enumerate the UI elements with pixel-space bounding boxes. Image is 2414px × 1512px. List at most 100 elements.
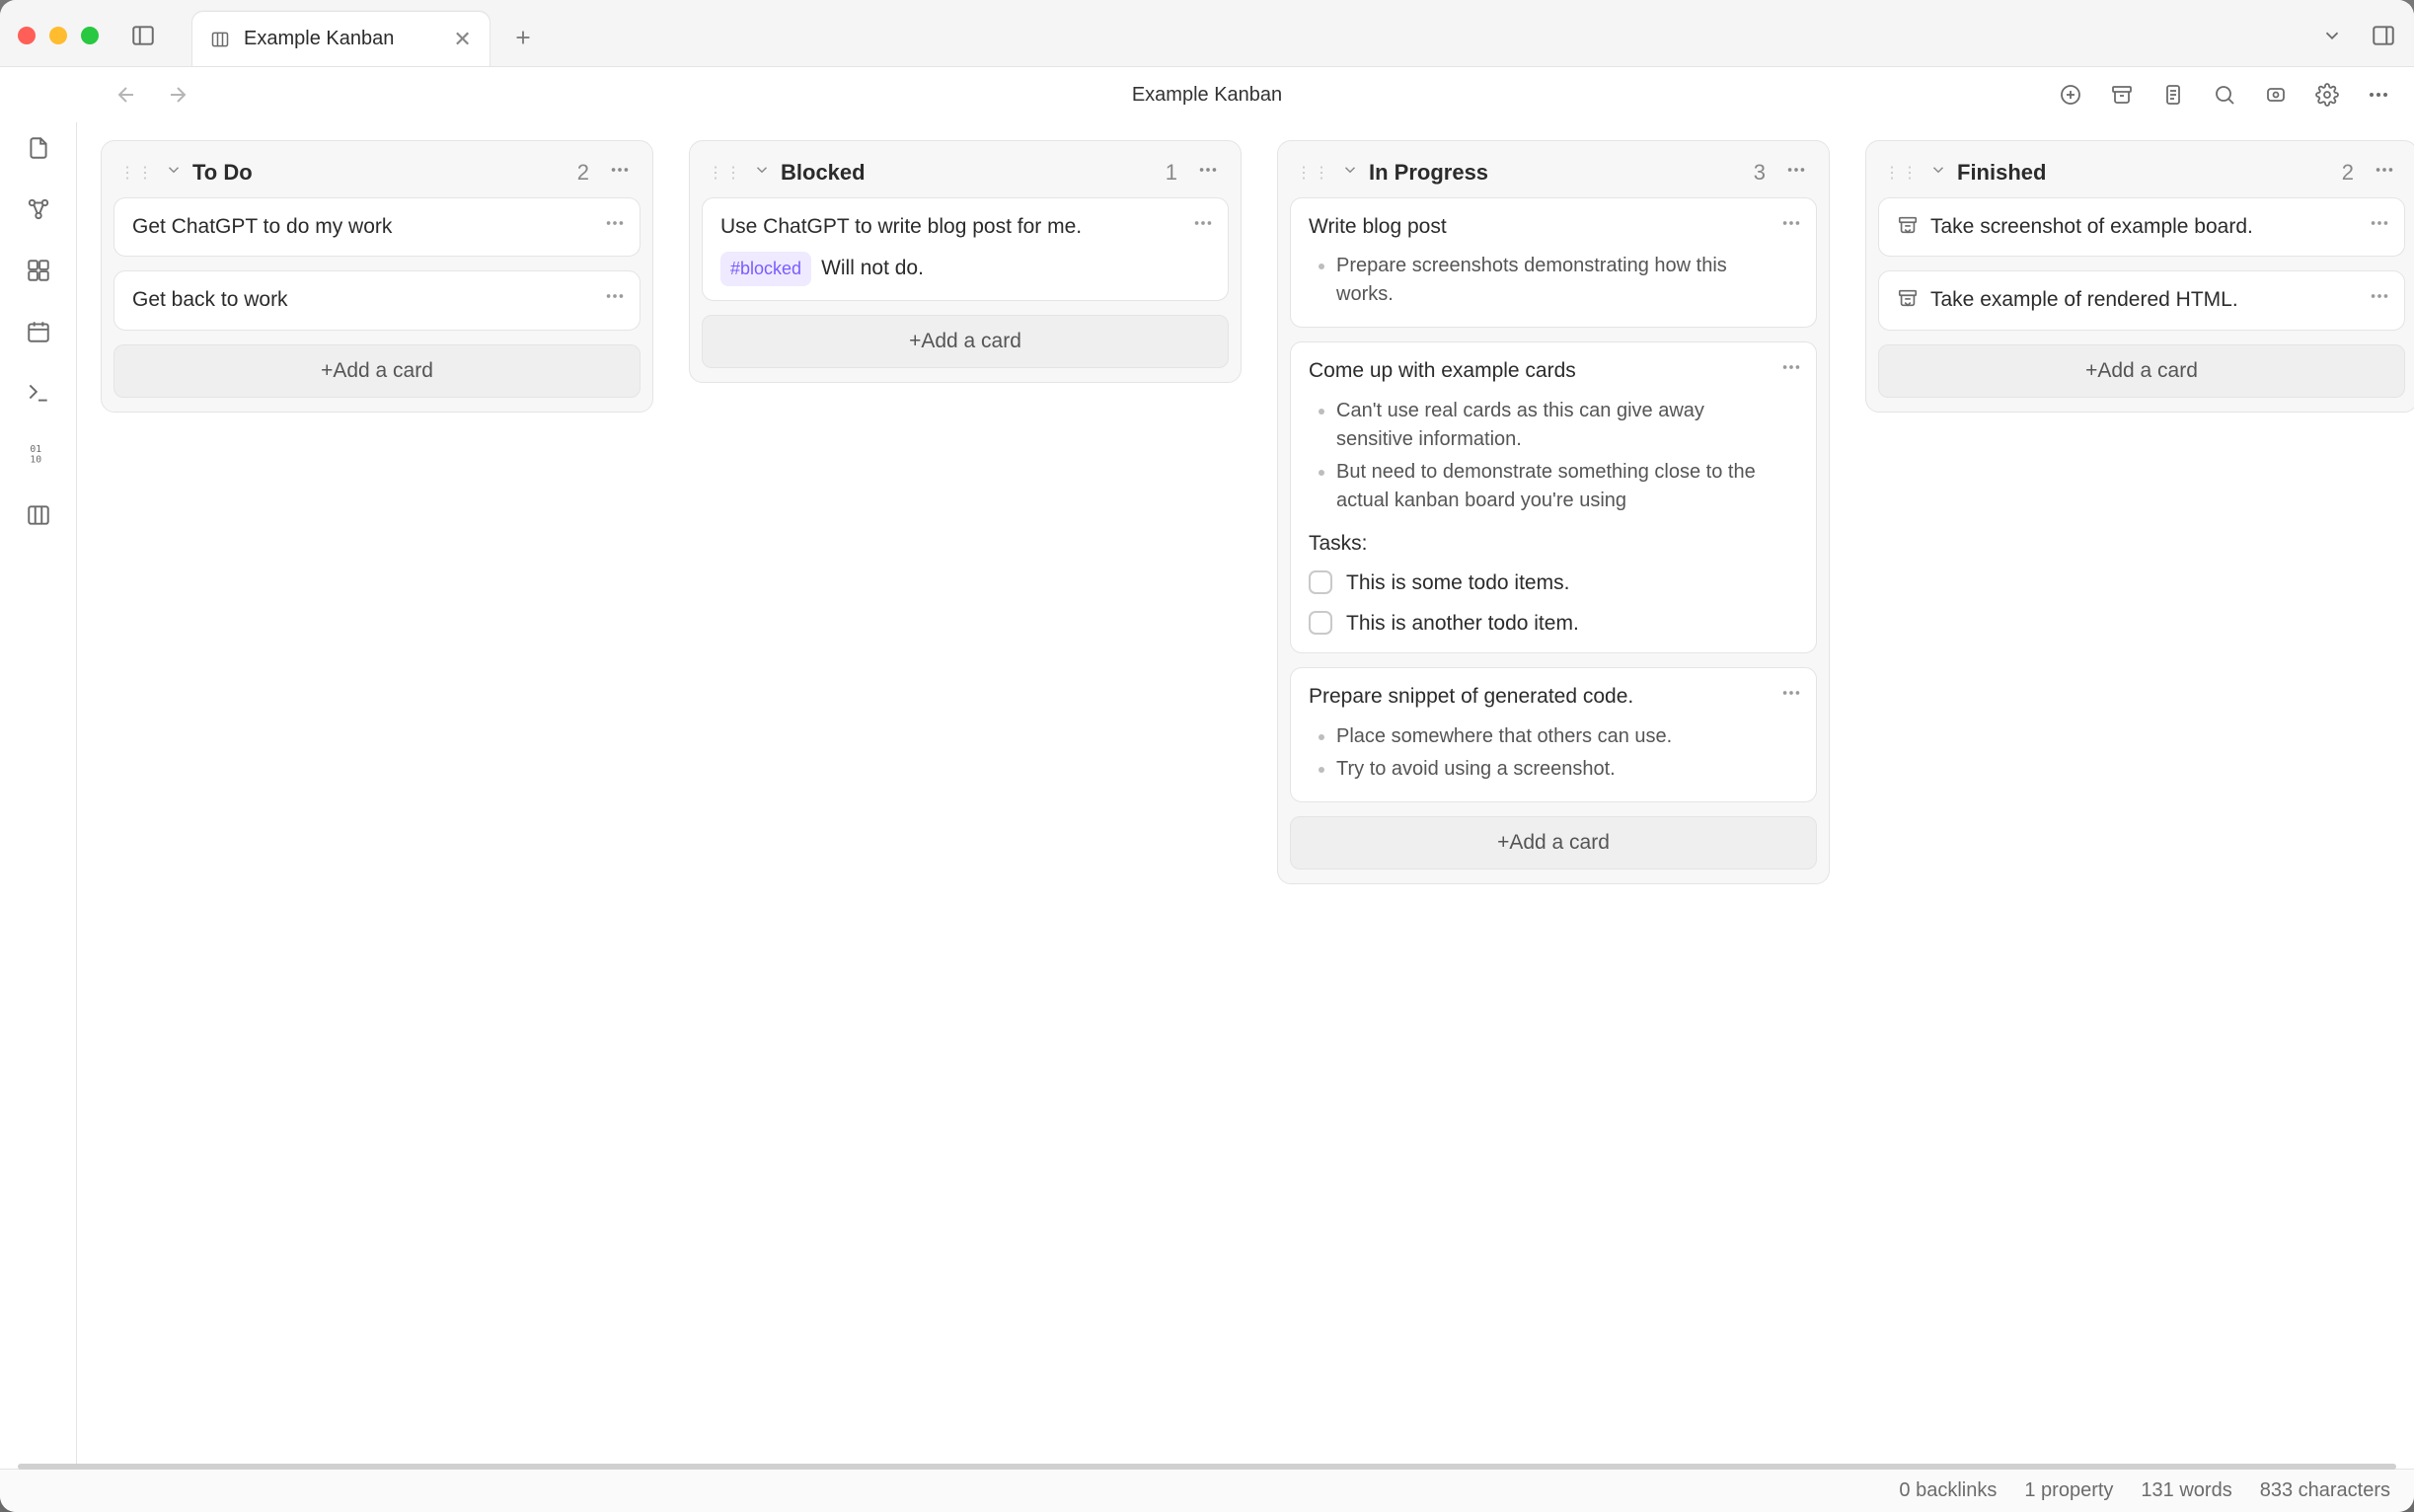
- svg-text:10: 10: [30, 455, 41, 466]
- column-title: Finished: [1957, 160, 2046, 186]
- status-backlinks[interactable]: 0 backlinks: [1899, 1479, 1997, 1502]
- tab-dropdown-icon[interactable]: [2321, 25, 2343, 46]
- column-menu-icon[interactable]: [1193, 159, 1223, 186]
- document-icon[interactable]: [2161, 83, 2185, 107]
- status-properties[interactable]: 1 property: [2024, 1479, 2113, 1502]
- collapse-icon[interactable]: [1929, 161, 1947, 184]
- card[interactable]: Use ChatGPT to write blog post for me. #b…: [702, 197, 1229, 301]
- card-menu-icon[interactable]: [1780, 212, 1802, 243]
- card-bullet: Prepare screenshots demonstrating how th…: [1336, 252, 1767, 309]
- card[interactable]: Write blog postPrepare screenshots demon…: [1290, 197, 1817, 328]
- checkbox[interactable]: [1309, 611, 1332, 635]
- window-minimize-button[interactable]: [49, 27, 67, 44]
- column-count: 2: [577, 160, 595, 186]
- card-menu-icon[interactable]: [2369, 285, 2390, 316]
- checkbox[interactable]: [1309, 570, 1332, 594]
- drag-handle-icon[interactable]: ⋮⋮: [119, 163, 155, 183]
- column-title: In Progress: [1369, 160, 1488, 186]
- drag-handle-icon[interactable]: ⋮⋮: [1884, 163, 1920, 183]
- todo-item[interactable]: This is some todo items.: [1309, 568, 1767, 598]
- card-title: Prepare snippet of generated code.: [1309, 682, 1767, 712]
- right-sidebar-toggle-icon[interactable]: [2371, 23, 2396, 48]
- column-menu-icon[interactable]: [1781, 159, 1811, 186]
- card-menu-icon[interactable]: [2369, 212, 2390, 243]
- rail-terminal-icon[interactable]: [25, 379, 52, 407]
- rail-kanban-icon[interactable]: [25, 501, 52, 529]
- todo-item[interactable]: This is another todo item.: [1309, 609, 1767, 639]
- rail-code-icon[interactable]: 0110: [25, 440, 52, 468]
- collapse-icon[interactable]: [1341, 161, 1359, 184]
- kanban-board: ⋮⋮To Do2Get ChatGPT to do my workGet bac…: [101, 140, 2390, 884]
- card[interactable]: Take screenshot of example board.: [1878, 197, 2405, 257]
- left-rail: 0110: [0, 122, 77, 1469]
- search-icon[interactable]: [2213, 83, 2236, 107]
- tasks-label: Tasks:: [1309, 529, 1767, 559]
- card-bullet-list: Prepare screenshots demonstrating how th…: [1309, 252, 1767, 309]
- card[interactable]: Prepare snippet of generated code. Place …: [1290, 667, 1817, 801]
- drag-handle-icon[interactable]: ⋮⋮: [708, 163, 743, 183]
- new-tab-icon[interactable]: [512, 27, 534, 48]
- column-title: Blocked: [781, 160, 866, 186]
- archive-icon[interactable]: [2110, 83, 2134, 107]
- card-title: Take example of rendered HTML.: [1930, 285, 2355, 315]
- column: ⋮⋮ Blocked 1 Use ChatGPT to write blog post…: [689, 140, 1242, 383]
- focus-icon[interactable]: [2264, 83, 2288, 107]
- status-chars: 833 characters: [2260, 1479, 2390, 1502]
- add-icon[interactable]: [2059, 83, 2082, 107]
- rail-graph-icon[interactable]: [25, 195, 52, 223]
- card[interactable]: Come up with example cards Can't use real…: [1290, 341, 1817, 653]
- board-scroll[interactable]: ⋮⋮To Do2Get ChatGPT to do my workGet bac…: [77, 122, 2414, 1469]
- status-bar: 0 backlinks 1 property 131 words 833 cha…: [0, 1469, 2414, 1512]
- card[interactable]: Take example of rendered HTML.: [1878, 270, 2405, 330]
- tab-example-kanban[interactable]: Example Kanban ✕: [191, 11, 490, 66]
- card-note: Will not do.: [821, 257, 924, 279]
- titlebar: Example Kanban ✕: [0, 0, 2414, 67]
- window-close-button[interactable]: [18, 27, 36, 44]
- page-title: Example Kanban: [1132, 84, 1282, 107]
- nav-back-icon[interactable]: [114, 83, 138, 107]
- card-menu-icon[interactable]: [1780, 682, 1802, 713]
- card-menu-icon[interactable]: [1780, 356, 1802, 387]
- column-count: 3: [1754, 160, 1772, 186]
- left-sidebar-toggle-icon[interactable]: [130, 23, 156, 48]
- rail-files-icon[interactable]: [25, 134, 52, 162]
- tab-close-icon[interactable]: ✕: [453, 27, 471, 52]
- column: ⋮⋮Finished2Take screenshot of example bo…: [1865, 140, 2414, 413]
- rail-canvas-icon[interactable]: [25, 257, 52, 284]
- card-menu-icon[interactable]: [604, 285, 626, 316]
- card-menu-icon[interactable]: [604, 212, 626, 243]
- card-title: Get back to work: [132, 285, 590, 315]
- add-card-button[interactable]: +Add a card: [702, 315, 1229, 368]
- column: ⋮⋮ In Progress 3 Write blog postPrepare scr…: [1277, 140, 1830, 884]
- card-bullet: Place somewhere that others can use.: [1336, 722, 1767, 751]
- collapse-icon[interactable]: [165, 161, 183, 184]
- window-zoom-button[interactable]: [81, 27, 99, 44]
- toolbar: Example Kanban: [0, 67, 2414, 122]
- settings-icon[interactable]: [2315, 83, 2339, 107]
- column-menu-icon[interactable]: [605, 159, 635, 186]
- card-bullet-list: Can't use real cards as this can give aw…: [1309, 397, 1767, 515]
- column-menu-icon[interactable]: [2370, 159, 2399, 186]
- card-bullet: Can't use real cards as this can give aw…: [1336, 397, 1767, 454]
- app-window: Example Kanban ✕ Example Kanban: [0, 0, 2414, 1512]
- status-words: 131 words: [2141, 1479, 2231, 1502]
- card-tag[interactable]: #blocked: [720, 252, 811, 285]
- card-title: Come up with example cards: [1309, 356, 1767, 386]
- card-menu-icon[interactable]: [1192, 212, 1214, 243]
- card-bullet: Try to avoid using a screenshot.: [1336, 755, 1767, 784]
- tab-label: Example Kanban: [244, 28, 394, 50]
- card[interactable]: Get back to work: [113, 270, 641, 330]
- collapse-icon[interactable]: [753, 161, 771, 184]
- add-card-button[interactable]: +Add a card: [1878, 344, 2405, 398]
- rail-calendar-icon[interactable]: [25, 318, 52, 345]
- card[interactable]: Get ChatGPT to do my work: [113, 197, 641, 257]
- drag-handle-icon[interactable]: ⋮⋮: [1296, 163, 1331, 183]
- card-title: Get ChatGPT to do my work: [132, 212, 590, 242]
- add-card-button[interactable]: +Add a card: [113, 344, 641, 398]
- nav-forward-icon[interactable]: [166, 83, 189, 107]
- card-title: Use ChatGPT to write blog post for me.: [720, 212, 1178, 242]
- column-count: 1: [1166, 160, 1183, 186]
- add-card-button[interactable]: +Add a card: [1290, 816, 1817, 869]
- more-icon[interactable]: [2367, 83, 2390, 107]
- kanban-icon: [210, 30, 230, 49]
